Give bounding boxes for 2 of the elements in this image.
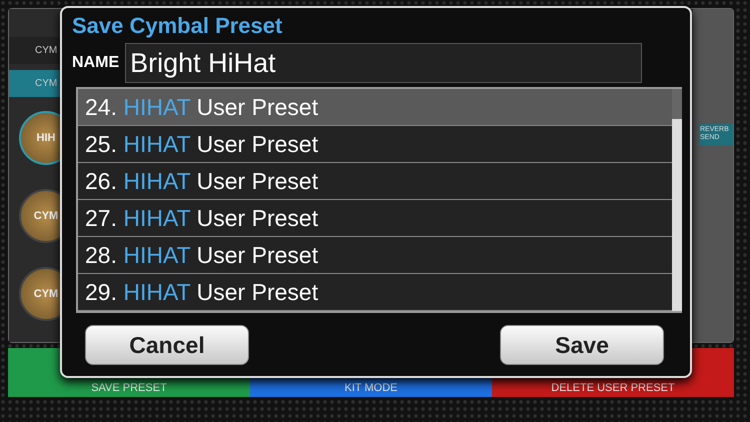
dialog-title: Save Cymbal Preset [72,12,284,40]
name-label: NAME [72,54,120,72]
